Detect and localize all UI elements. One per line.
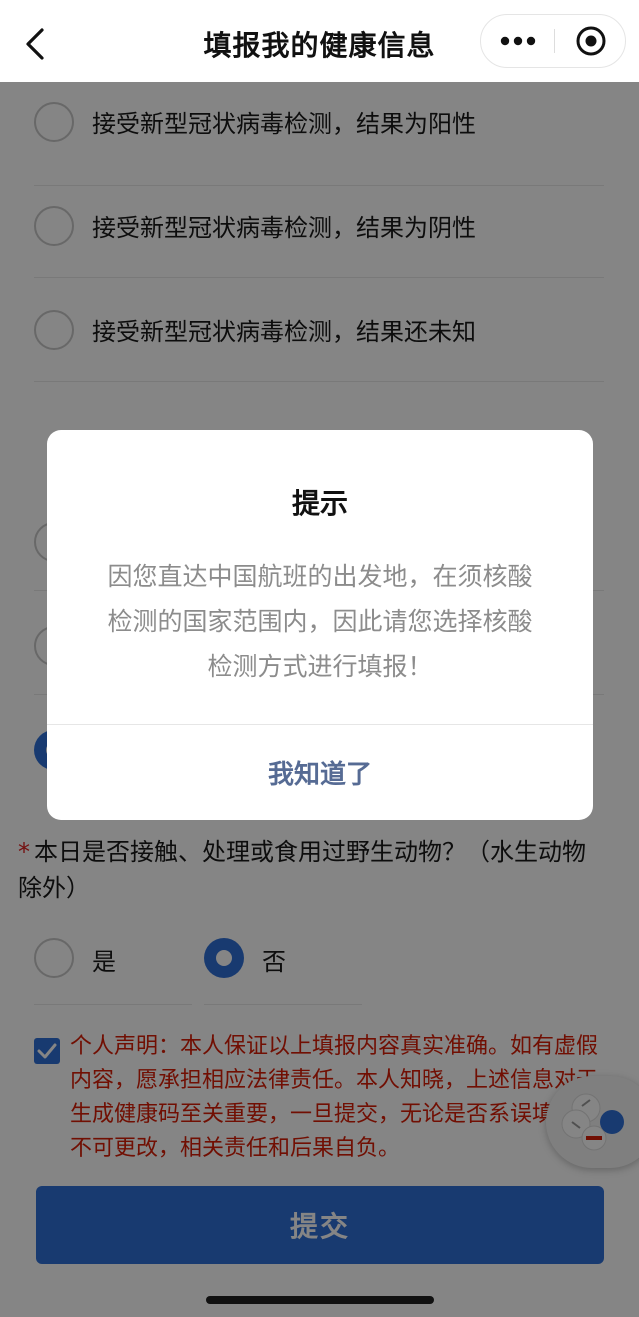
more-button[interactable] — [481, 15, 554, 67]
mini-program-capsule — [480, 14, 626, 68]
dialog-message: 因您直达中国航班的出发地，在须核酸检测的国家范围内，因此请您选择核酸检测方式进行… — [107, 562, 533, 681]
alert-dialog: 提示 因您直达中国航班的出发地，在须核酸检测的国家范围内，因此请您选择核酸检测方… — [47, 430, 593, 820]
close-button[interactable] — [555, 15, 626, 67]
target-close-icon — [576, 26, 605, 56]
home-indicator — [206, 1296, 434, 1304]
dialog-title: 提示 — [291, 487, 348, 520]
more-dots-icon — [500, 36, 535, 46]
nav-bar: 填报我的健康信息 — [0, 0, 639, 82]
dialog-confirm-button[interactable]: 我知道了 — [47, 725, 593, 820]
